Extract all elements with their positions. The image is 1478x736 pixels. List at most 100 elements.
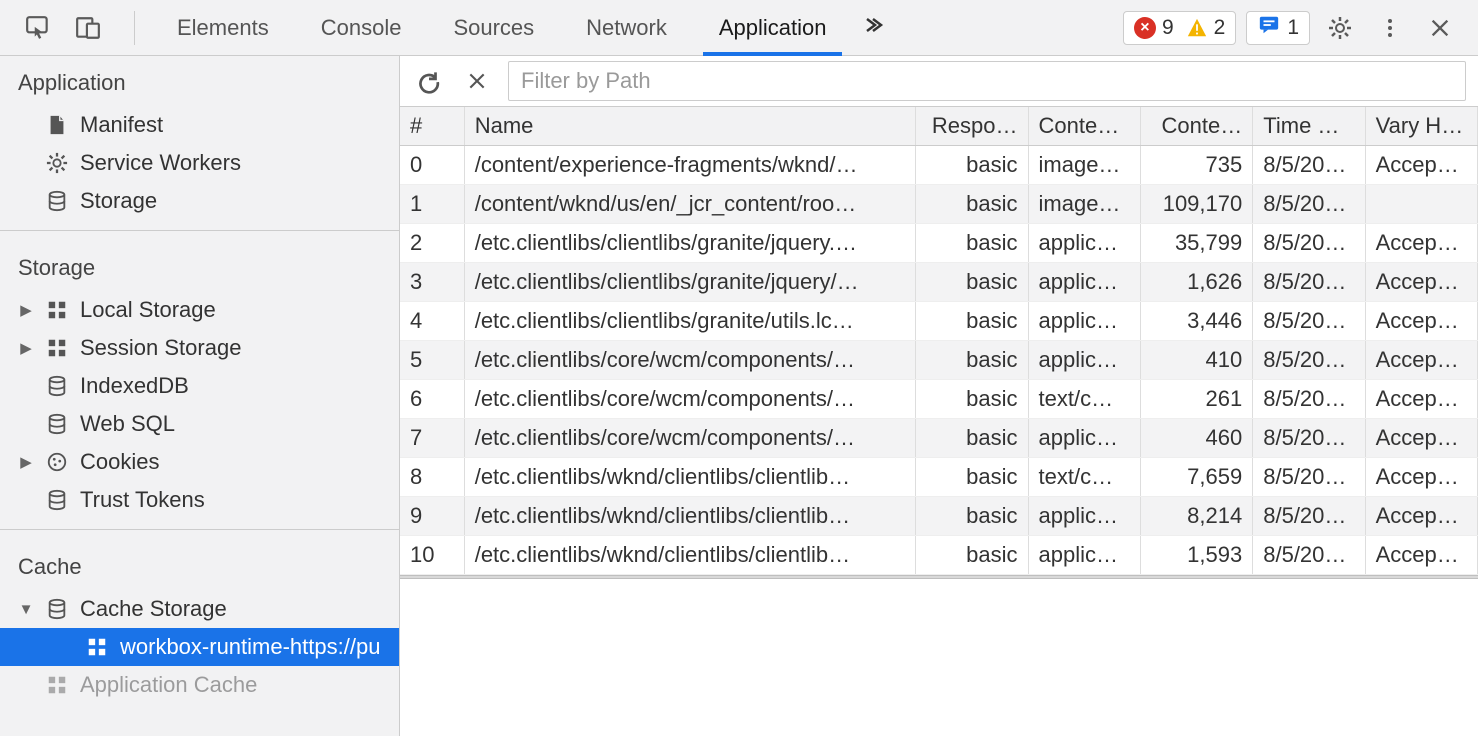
- table-cell: basic: [916, 302, 1028, 341]
- table-cell: basic: [916, 146, 1028, 185]
- table-cell: 1,593: [1140, 536, 1252, 575]
- sidebar-group-storage: Storage: [0, 241, 399, 291]
- table-row[interactable]: 8/etc.clientlibs/wknd/clientlibs/clientl…: [400, 458, 1478, 497]
- table-row[interactable]: 9/etc.clientlibs/wknd/clientlibs/clientl…: [400, 497, 1478, 536]
- table-header[interactable]: Time …: [1253, 107, 1365, 146]
- table-cell: 3,446: [1140, 302, 1252, 341]
- db-icon: [44, 596, 70, 622]
- tab-elements[interactable]: Elements: [151, 0, 295, 55]
- main: Application Manifest Service Workers Storag…: [0, 56, 1478, 736]
- sidebar-item-workbox-runtime-https-pu[interactable]: workbox-runtime-https://pu: [0, 628, 399, 666]
- table-row[interactable]: 2/etc.clientlibs/clientlibs/granite/jque…: [400, 224, 1478, 263]
- table-cell: 6: [400, 380, 464, 419]
- table-cell: 8/5/20…: [1253, 302, 1365, 341]
- sidebar-item-cookies[interactable]: ▶Cookies: [0, 443, 399, 481]
- sidebar-item-trust-tokens[interactable]: Trust Tokens: [0, 481, 399, 519]
- tab-sources[interactable]: Sources: [427, 0, 560, 55]
- sidebar-item-manifest[interactable]: Manifest: [0, 106, 399, 144]
- refresh-button[interactable]: [412, 64, 446, 98]
- sidebar-item-service-workers[interactable]: Service Workers: [0, 144, 399, 182]
- grid-icon: [44, 672, 70, 698]
- sidebar-item-label: Session Storage: [80, 335, 241, 361]
- sidebar-item-label: IndexedDB: [80, 373, 189, 399]
- sidebar-item-label: Trust Tokens: [80, 487, 205, 513]
- cache-toolbar: [400, 56, 1478, 106]
- sidebar-group-application: Application: [0, 56, 399, 106]
- table-cell: 8/5/20…: [1253, 224, 1365, 263]
- table-row[interactable]: 4/etc.clientlibs/clientlibs/granite/util…: [400, 302, 1478, 341]
- table-cell: Accep…: [1365, 263, 1477, 302]
- sidebar-item-session-storage[interactable]: ▶Session Storage: [0, 329, 399, 367]
- table-cell: 410: [1140, 341, 1252, 380]
- warning-icon: [1186, 17, 1208, 39]
- tab-console[interactable]: Console: [295, 0, 428, 55]
- sidebar-item-label: Local Storage: [80, 297, 216, 323]
- settings-icon[interactable]: [1320, 8, 1360, 48]
- topbar-left: [0, 8, 151, 48]
- table-header[interactable]: Conte…: [1028, 107, 1140, 146]
- table-cell: /etc.clientlibs/wknd/clientlibs/clientli…: [464, 458, 915, 497]
- device-toolbar-icon[interactable]: [68, 8, 108, 48]
- table-cell: 9: [400, 497, 464, 536]
- close-devtools-icon[interactable]: [1420, 8, 1460, 48]
- sidebar-item-label: workbox-runtime-https://pu: [120, 634, 380, 660]
- table-cell: applic…: [1028, 536, 1140, 575]
- preview-panel: [400, 579, 1478, 736]
- sidebar-item-indexeddb[interactable]: IndexedDB: [0, 367, 399, 405]
- table-row[interactable]: 1/content/wknd/us/en/_jcr_content/roo…ba…: [400, 185, 1478, 224]
- kebab-menu-icon[interactable]: [1370, 8, 1410, 48]
- warnings-count: 2: [1214, 16, 1226, 40]
- table-header[interactable]: Vary H…: [1365, 107, 1477, 146]
- sidebar-group-cache: Cache: [0, 540, 399, 590]
- errors-badge: × 9: [1134, 16, 1174, 40]
- table-cell: applic…: [1028, 302, 1140, 341]
- table-row[interactable]: 5/etc.clientlibs/core/wcm/components/…ba…: [400, 341, 1478, 380]
- table-cell: Accep…: [1365, 224, 1477, 263]
- db-icon: [44, 188, 70, 214]
- table-row[interactable]: 10/etc.clientlibs/wknd/clientlibs/client…: [400, 536, 1478, 575]
- table-cell: [1365, 185, 1477, 224]
- table-cell: basic: [916, 263, 1028, 302]
- db-icon: [44, 487, 70, 513]
- table-cell: /etc.clientlibs/core/wcm/components/…: [464, 419, 915, 458]
- table-header[interactable]: #: [400, 107, 464, 146]
- table-cell: 5: [400, 341, 464, 380]
- issues-badge[interactable]: 1: [1246, 11, 1310, 45]
- table-header[interactable]: Name: [464, 107, 915, 146]
- table-row[interactable]: 6/etc.clientlibs/core/wcm/components/…ba…: [400, 380, 1478, 419]
- db-icon: [44, 373, 70, 399]
- table-header[interactable]: Respo…: [916, 107, 1028, 146]
- sidebar-item-label: Service Workers: [80, 150, 241, 176]
- table-row[interactable]: 3/etc.clientlibs/clientlibs/granite/jque…: [400, 263, 1478, 302]
- table-cell: 8/5/20…: [1253, 146, 1365, 185]
- sidebar-item-local-storage[interactable]: ▶Local Storage: [0, 291, 399, 329]
- filter-input[interactable]: [508, 61, 1466, 101]
- sidebar-item-label: Manifest: [80, 112, 163, 138]
- tab-network[interactable]: Network: [560, 0, 693, 55]
- table-row[interactable]: 0/content/experience-fragments/wknd/…bas…: [400, 146, 1478, 185]
- table-cell: 109,170: [1140, 185, 1252, 224]
- table-cell: 35,799: [1140, 224, 1252, 263]
- table-cell: basic: [916, 536, 1028, 575]
- sidebar-item-storage[interactable]: Storage: [0, 182, 399, 220]
- table-cell: Accep…: [1365, 380, 1477, 419]
- console-status-badge[interactable]: × 9 2: [1123, 11, 1236, 45]
- expand-arrow-icon: ▶: [18, 453, 34, 471]
- expand-arrow-icon: ▼: [18, 601, 34, 618]
- table-cell: 8/5/20…: [1253, 341, 1365, 380]
- table-row[interactable]: 7/etc.clientlibs/core/wcm/components/…ba…: [400, 419, 1478, 458]
- sidebar-item-application-cache[interactable]: Application Cache: [0, 666, 399, 704]
- table-cell: /content/wknd/us/en/_jcr_content/roo…: [464, 185, 915, 224]
- sidebar-item-label: Storage: [80, 188, 157, 214]
- topbar-divider: [134, 11, 135, 45]
- sidebar-item-web-sql[interactable]: Web SQL: [0, 405, 399, 443]
- inspect-element-icon[interactable]: [18, 8, 58, 48]
- delete-selected-button[interactable]: [460, 64, 494, 98]
- table-cell: 460: [1140, 419, 1252, 458]
- more-tabs-icon[interactable]: [860, 13, 884, 43]
- table-cell: 8/5/20…: [1253, 263, 1365, 302]
- table-cell: text/c…: [1028, 380, 1140, 419]
- table-header[interactable]: Conte…: [1140, 107, 1252, 146]
- sidebar-item-cache-storage[interactable]: ▼Cache Storage: [0, 590, 399, 628]
- tab-application[interactable]: Application: [693, 0, 853, 55]
